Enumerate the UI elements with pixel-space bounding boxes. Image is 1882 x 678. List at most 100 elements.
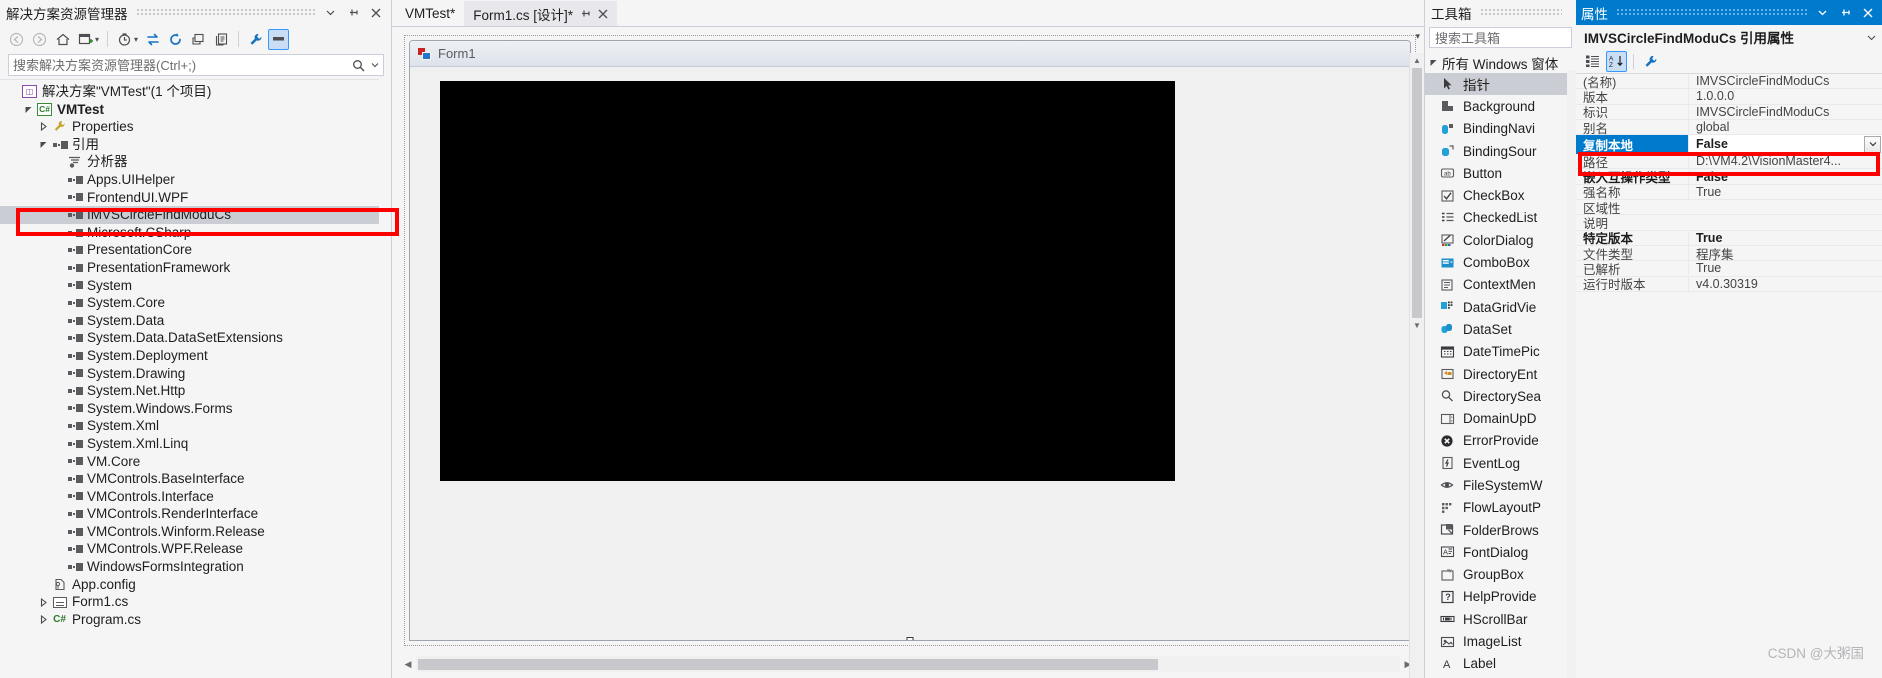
tree-item[interactable]: System.Drawing xyxy=(0,365,391,383)
collapse-all-icon[interactable] xyxy=(188,29,209,50)
chevron-down-icon[interactable] xyxy=(323,6,337,20)
designer-vertical-scrollbar[interactable]: ▲ ▼ xyxy=(1409,53,1424,678)
tree-item[interactable]: FrontendUI.WPF xyxy=(0,189,391,207)
tree-item[interactable]: PresentationCore xyxy=(0,241,391,259)
properties-wrench-icon[interactable] xyxy=(245,29,266,50)
toolbox-item[interactable]: EventLog xyxy=(1425,452,1576,474)
tree-item[interactable]: PresentationFramework xyxy=(0,259,391,277)
close-icon[interactable] xyxy=(1861,6,1875,20)
tree-item[interactable]: Apps.UIHelper xyxy=(0,171,391,189)
vscroll-thumb[interactable] xyxy=(1412,68,1422,318)
tree-item[interactable]: System.Windows.Forms xyxy=(0,400,391,418)
toolbox-item[interactable]: DirectorySea xyxy=(1425,385,1576,407)
tree-item[interactable]: VMControls.BaseInterface xyxy=(0,470,391,488)
chevron-right-icon[interactable] xyxy=(36,597,51,607)
sync-with-active-document-icon[interactable] xyxy=(142,29,163,50)
winforms-designer-surface[interactable]: Form1 xyxy=(404,35,1416,646)
toolbox-list[interactable]: 所有 Windows 窗体 指针 Background BindingNavi Bind… xyxy=(1425,50,1576,678)
tree-item[interactable]: System.Data.DataSetExtensions xyxy=(0,329,391,347)
properties-grid[interactable]: (名称) IMVSCircleFindModuCs 版本 1.0.0.0 标识 IMVSC… xyxy=(1576,74,1882,678)
alphabetical-sort-icon[interactable]: AZ xyxy=(1606,50,1627,72)
tree-item[interactable]: IMVSCircleFindModuCs xyxy=(0,206,391,224)
toolbox-item[interactable]: CheckedList xyxy=(1425,207,1576,229)
property-value[interactable]: 程序集 xyxy=(1688,243,1882,263)
tree-item[interactable]: C# VMTest xyxy=(0,101,391,119)
tree-item[interactable]: Microsoft.CSharp xyxy=(0,224,391,242)
toolbox-item[interactable]: ImageList xyxy=(1425,630,1576,652)
property-row[interactable]: 别名 global xyxy=(1576,120,1882,136)
toolbox-item[interactable]: FileSystemW xyxy=(1425,474,1576,496)
chevron-down-icon[interactable] xyxy=(1815,6,1829,20)
property-value[interactable]: True xyxy=(1688,184,1882,199)
property-value[interactable]: 1.0.0.0 xyxy=(1688,89,1882,104)
property-value[interactable]: v4.0.30319 xyxy=(1688,276,1882,291)
tree-item[interactable]: ◫ 解决方案"VMTest"(1 个项目) xyxy=(0,83,391,101)
preview-selected-items-icon[interactable] xyxy=(268,28,290,50)
tree-item[interactable]: 分析器 xyxy=(0,153,391,171)
tree-item[interactable]: System.Data xyxy=(0,312,391,330)
toolbox-item[interactable]: A FontDialog xyxy=(1425,541,1576,563)
property-value[interactable]: IMVSCircleFindModuCs xyxy=(1688,104,1882,119)
tree-item[interactable]: VMControls.RenderInterface xyxy=(0,505,391,523)
toolbox-scrollbar[interactable] xyxy=(1567,70,1576,678)
properties-wrench-icon[interactable] xyxy=(1640,51,1661,72)
history-icon[interactable] xyxy=(114,29,135,50)
toolbox-item[interactable]: BindingNavi xyxy=(1425,118,1576,140)
tree-item[interactable]: Form1.cs xyxy=(0,593,391,611)
designer-horizontal-scrollbar[interactable]: ◀ ▶ xyxy=(400,656,1416,672)
toolbox-item[interactable]: Background xyxy=(1425,95,1576,117)
close-icon[interactable] xyxy=(598,9,608,19)
forward-icon[interactable] xyxy=(29,29,50,50)
chevron-right-icon[interactable] xyxy=(36,122,51,132)
tree-item[interactable]: WindowsFormsIntegration xyxy=(0,558,391,576)
resize-grip-handle[interactable] xyxy=(906,637,914,640)
toolbox-item[interactable]: FlowLayoutP xyxy=(1425,497,1576,519)
toolbox-item[interactable]: ColorDialog xyxy=(1425,229,1576,251)
toolbox-item[interactable]: ErrorProvide xyxy=(1425,430,1576,452)
refresh-icon[interactable] xyxy=(165,29,186,50)
hscroll-thumb[interactable] xyxy=(418,659,1158,670)
toolbox-group-header[interactable]: 所有 Windows 窗体 xyxy=(1425,52,1576,73)
toolbox-item[interactable]: A Label xyxy=(1425,653,1576,675)
tree-item[interactable]: VM.Core xyxy=(0,452,391,470)
tree-item[interactable]: 引用 xyxy=(0,136,391,154)
chevron-down-icon[interactable] xyxy=(21,105,36,114)
object-dropdown-chevron-icon[interactable] xyxy=(1867,33,1876,42)
tree-item[interactable]: Properties xyxy=(0,118,391,136)
chevron-down-icon[interactable] xyxy=(36,140,51,149)
chevron-down-icon[interactable] xyxy=(1429,58,1438,67)
toolbox-item[interactable]: ComboBox xyxy=(1425,251,1576,273)
search-options-chevron-icon[interactable] xyxy=(371,61,379,69)
pin-icon[interactable] xyxy=(346,6,360,20)
property-value[interactable]: global xyxy=(1688,120,1882,135)
solution-tree[interactable]: ◫ 解决方案"VMTest"(1 个项目) C# VMTest Properties 引用… xyxy=(0,79,391,678)
pin-icon[interactable] xyxy=(1838,6,1852,20)
toolbox-item[interactable]: DirectoryEnt xyxy=(1425,363,1576,385)
toolbox-item[interactable]: FolderBrows xyxy=(1425,519,1576,541)
property-row[interactable]: 运行时版本 v4.0.30319 xyxy=(1576,276,1882,292)
pin-icon[interactable] xyxy=(580,8,591,19)
search-input[interactable] xyxy=(13,57,352,73)
solution-explorer-search[interactable] xyxy=(8,54,384,76)
scroll-left-icon[interactable]: ◀ xyxy=(400,656,416,672)
property-value[interactable]: True xyxy=(1688,261,1882,276)
toolbox-item[interactable]: DataSet xyxy=(1425,318,1576,340)
show-all-files-icon[interactable] xyxy=(211,29,232,50)
chevron-right-icon[interactable] xyxy=(36,615,51,625)
editor-tabstrip[interactable]: VMTest* Form1.cs [设计]* xyxy=(392,0,1424,26)
tree-item[interactable]: System.Xml.Linq xyxy=(0,435,391,453)
designer-form[interactable]: Form1 xyxy=(409,40,1411,641)
hscroll-track[interactable] xyxy=(416,656,1400,672)
property-value[interactable]: False xyxy=(1688,135,1882,153)
tree-item[interactable]: System.Core xyxy=(0,294,391,312)
toolbox-item[interactable]: DateTimePic xyxy=(1425,341,1576,363)
designer-form-client[interactable] xyxy=(410,67,1410,640)
toolbox-item[interactable]: DomainUpD xyxy=(1425,407,1576,429)
editor-tab[interactable]: VMTest* xyxy=(396,1,465,26)
categorized-view-icon[interactable] xyxy=(1582,51,1603,72)
toolbox-item[interactable]: ab Button xyxy=(1425,162,1576,184)
toolbox-item[interactable]: xy GroupBox xyxy=(1425,564,1576,586)
property-value[interactable]: False xyxy=(1688,169,1882,184)
render-control-black-canvas[interactable] xyxy=(440,81,1175,481)
close-icon[interactable] xyxy=(369,6,383,20)
